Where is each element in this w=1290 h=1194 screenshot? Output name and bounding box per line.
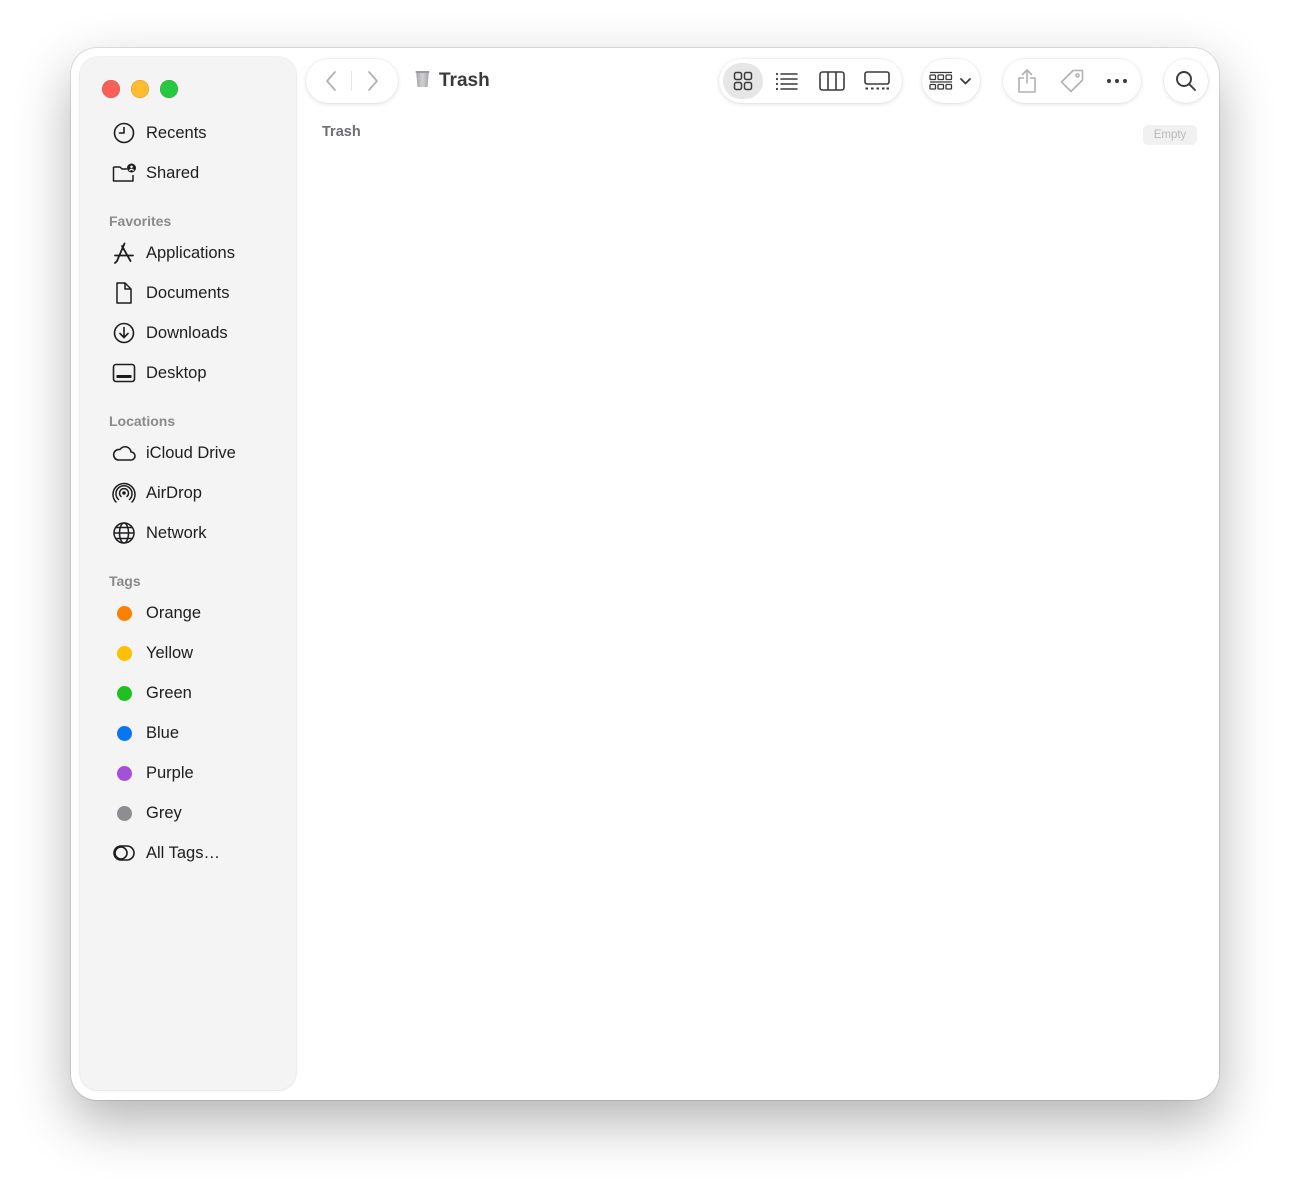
search-button[interactable]	[1164, 59, 1208, 103]
share-button[interactable]	[1005, 59, 1049, 103]
column-view-button[interactable]	[809, 59, 855, 103]
blue-tag-dot-icon	[116, 725, 132, 741]
gallery-view-icon	[864, 71, 890, 91]
trash-icon	[415, 70, 430, 93]
actions-group	[1003, 59, 1141, 103]
sidebar-item-label: Yellow	[146, 643, 194, 662]
sidebar-item-label: Desktop	[146, 363, 207, 382]
sidebar-item-icloud-drive[interactable]: iCloud Drive	[102, 437, 292, 469]
sidebar-item-label: Downloads	[146, 323, 228, 342]
sidebar-item-applications[interactable]: Applications	[102, 237, 292, 269]
globe-icon	[112, 521, 136, 545]
sidebar-item-tag-orange[interactable]: Orange	[102, 597, 292, 629]
sidebar-item-label: Applications	[146, 243, 235, 262]
sidebar-item-label: Purple	[146, 763, 194, 782]
empty-trash-button[interactable]: Empty	[1143, 125, 1197, 145]
green-tag-dot-icon	[116, 685, 132, 701]
clock-icon	[112, 121, 136, 145]
sidebar-item-documents[interactable]: Documents	[102, 277, 292, 309]
sidebar-item-label: Orange	[146, 603, 202, 622]
sidebar-item-label: Network	[146, 523, 207, 542]
yellow-tag-dot-icon	[116, 645, 132, 661]
sidebar-item-tag-grey[interactable]: Grey	[102, 797, 292, 829]
minimize-window-button[interactable]	[131, 80, 149, 98]
orange-tag-dot-icon	[116, 605, 132, 621]
forward-arrow-icon	[366, 70, 380, 92]
share-icon	[1017, 68, 1037, 94]
airdrop-icon	[112, 481, 136, 505]
list-view-icon	[775, 72, 799, 90]
forward-button[interactable]	[352, 59, 394, 103]
sidebar-item-shared[interactable]: Shared	[102, 157, 292, 189]
sidebar-item-label: Grey	[146, 803, 182, 822]
back-button[interactable]	[310, 59, 352, 103]
search-icon	[1175, 70, 1197, 92]
more-button[interactable]	[1095, 59, 1139, 103]
group-icon	[929, 70, 973, 92]
back-arrow-icon	[324, 70, 338, 92]
sidebar-item-tag-green[interactable]: Green	[102, 677, 292, 709]
tags-header: Tags	[109, 573, 141, 589]
sidebar-item-recents[interactable]: Recents	[102, 117, 292, 149]
sidebar: Recents Shared Favorites Applications Do…	[80, 57, 296, 1090]
sidebar-item-label: All Tags…	[146, 843, 220, 862]
shared-folder-icon	[112, 161, 136, 185]
column-view-icon	[819, 71, 845, 91]
icon-view-icon	[733, 71, 753, 91]
sidebar-item-label: Blue	[146, 723, 180, 742]
gallery-view-button[interactable]	[855, 59, 899, 103]
sidebar-item-label: AirDrop	[146, 483, 202, 502]
window-title-text: Trash	[439, 70, 490, 91]
sidebar-item-tag-purple[interactable]: Purple	[102, 757, 292, 789]
sidebar-item-desktop[interactable]: Desktop	[102, 357, 292, 389]
file-content-area[interactable]	[306, 153, 1211, 1093]
desktop-icon	[112, 361, 136, 385]
more-icon	[1106, 78, 1128, 84]
tag-icon	[1059, 68, 1085, 94]
group-button[interactable]	[922, 59, 980, 103]
icon-view-button[interactable]	[721, 59, 765, 103]
all-tags-icon	[112, 841, 136, 865]
cloud-icon	[112, 441, 136, 465]
document-icon	[112, 281, 136, 305]
finder-window: Recents Shared Favorites Applications Do…	[71, 48, 1219, 1100]
purple-tag-dot-icon	[116, 765, 132, 781]
sidebar-item-label: Green	[146, 683, 192, 702]
sidebar-item-tag-yellow[interactable]: Yellow	[102, 637, 292, 669]
view-mode-selector	[719, 59, 902, 103]
zoom-window-button[interactable]	[160, 80, 178, 98]
folder-path-title: Trash	[322, 124, 361, 140]
sidebar-item-label: Documents	[146, 283, 230, 302]
sidebar-item-airdrop[interactable]: AirDrop	[102, 477, 292, 509]
sidebar-item-all-tags[interactable]: All Tags…	[102, 837, 292, 869]
applications-icon	[112, 241, 136, 265]
sidebar-item-tag-blue[interactable]: Blue	[102, 717, 292, 749]
sidebar-item-downloads[interactable]: Downloads	[102, 317, 292, 349]
favorites-header: Favorites	[109, 213, 172, 229]
tag-button[interactable]	[1049, 59, 1095, 103]
locations-header: Locations	[109, 413, 176, 429]
close-window-button[interactable]	[102, 80, 120, 98]
sidebar-item-label: Shared	[146, 163, 200, 182]
grey-tag-dot-icon	[116, 805, 132, 821]
download-icon	[112, 321, 136, 345]
list-view-button[interactable]	[765, 59, 809, 103]
sidebar-item-network[interactable]: Network	[102, 517, 292, 549]
sidebar-item-label: iCloud Drive	[146, 443, 236, 462]
navigation-buttons	[306, 59, 398, 103]
window-title: Trash	[415, 69, 490, 93]
group-by-selector[interactable]	[922, 59, 980, 103]
sidebar-item-label: Recents	[146, 123, 207, 142]
